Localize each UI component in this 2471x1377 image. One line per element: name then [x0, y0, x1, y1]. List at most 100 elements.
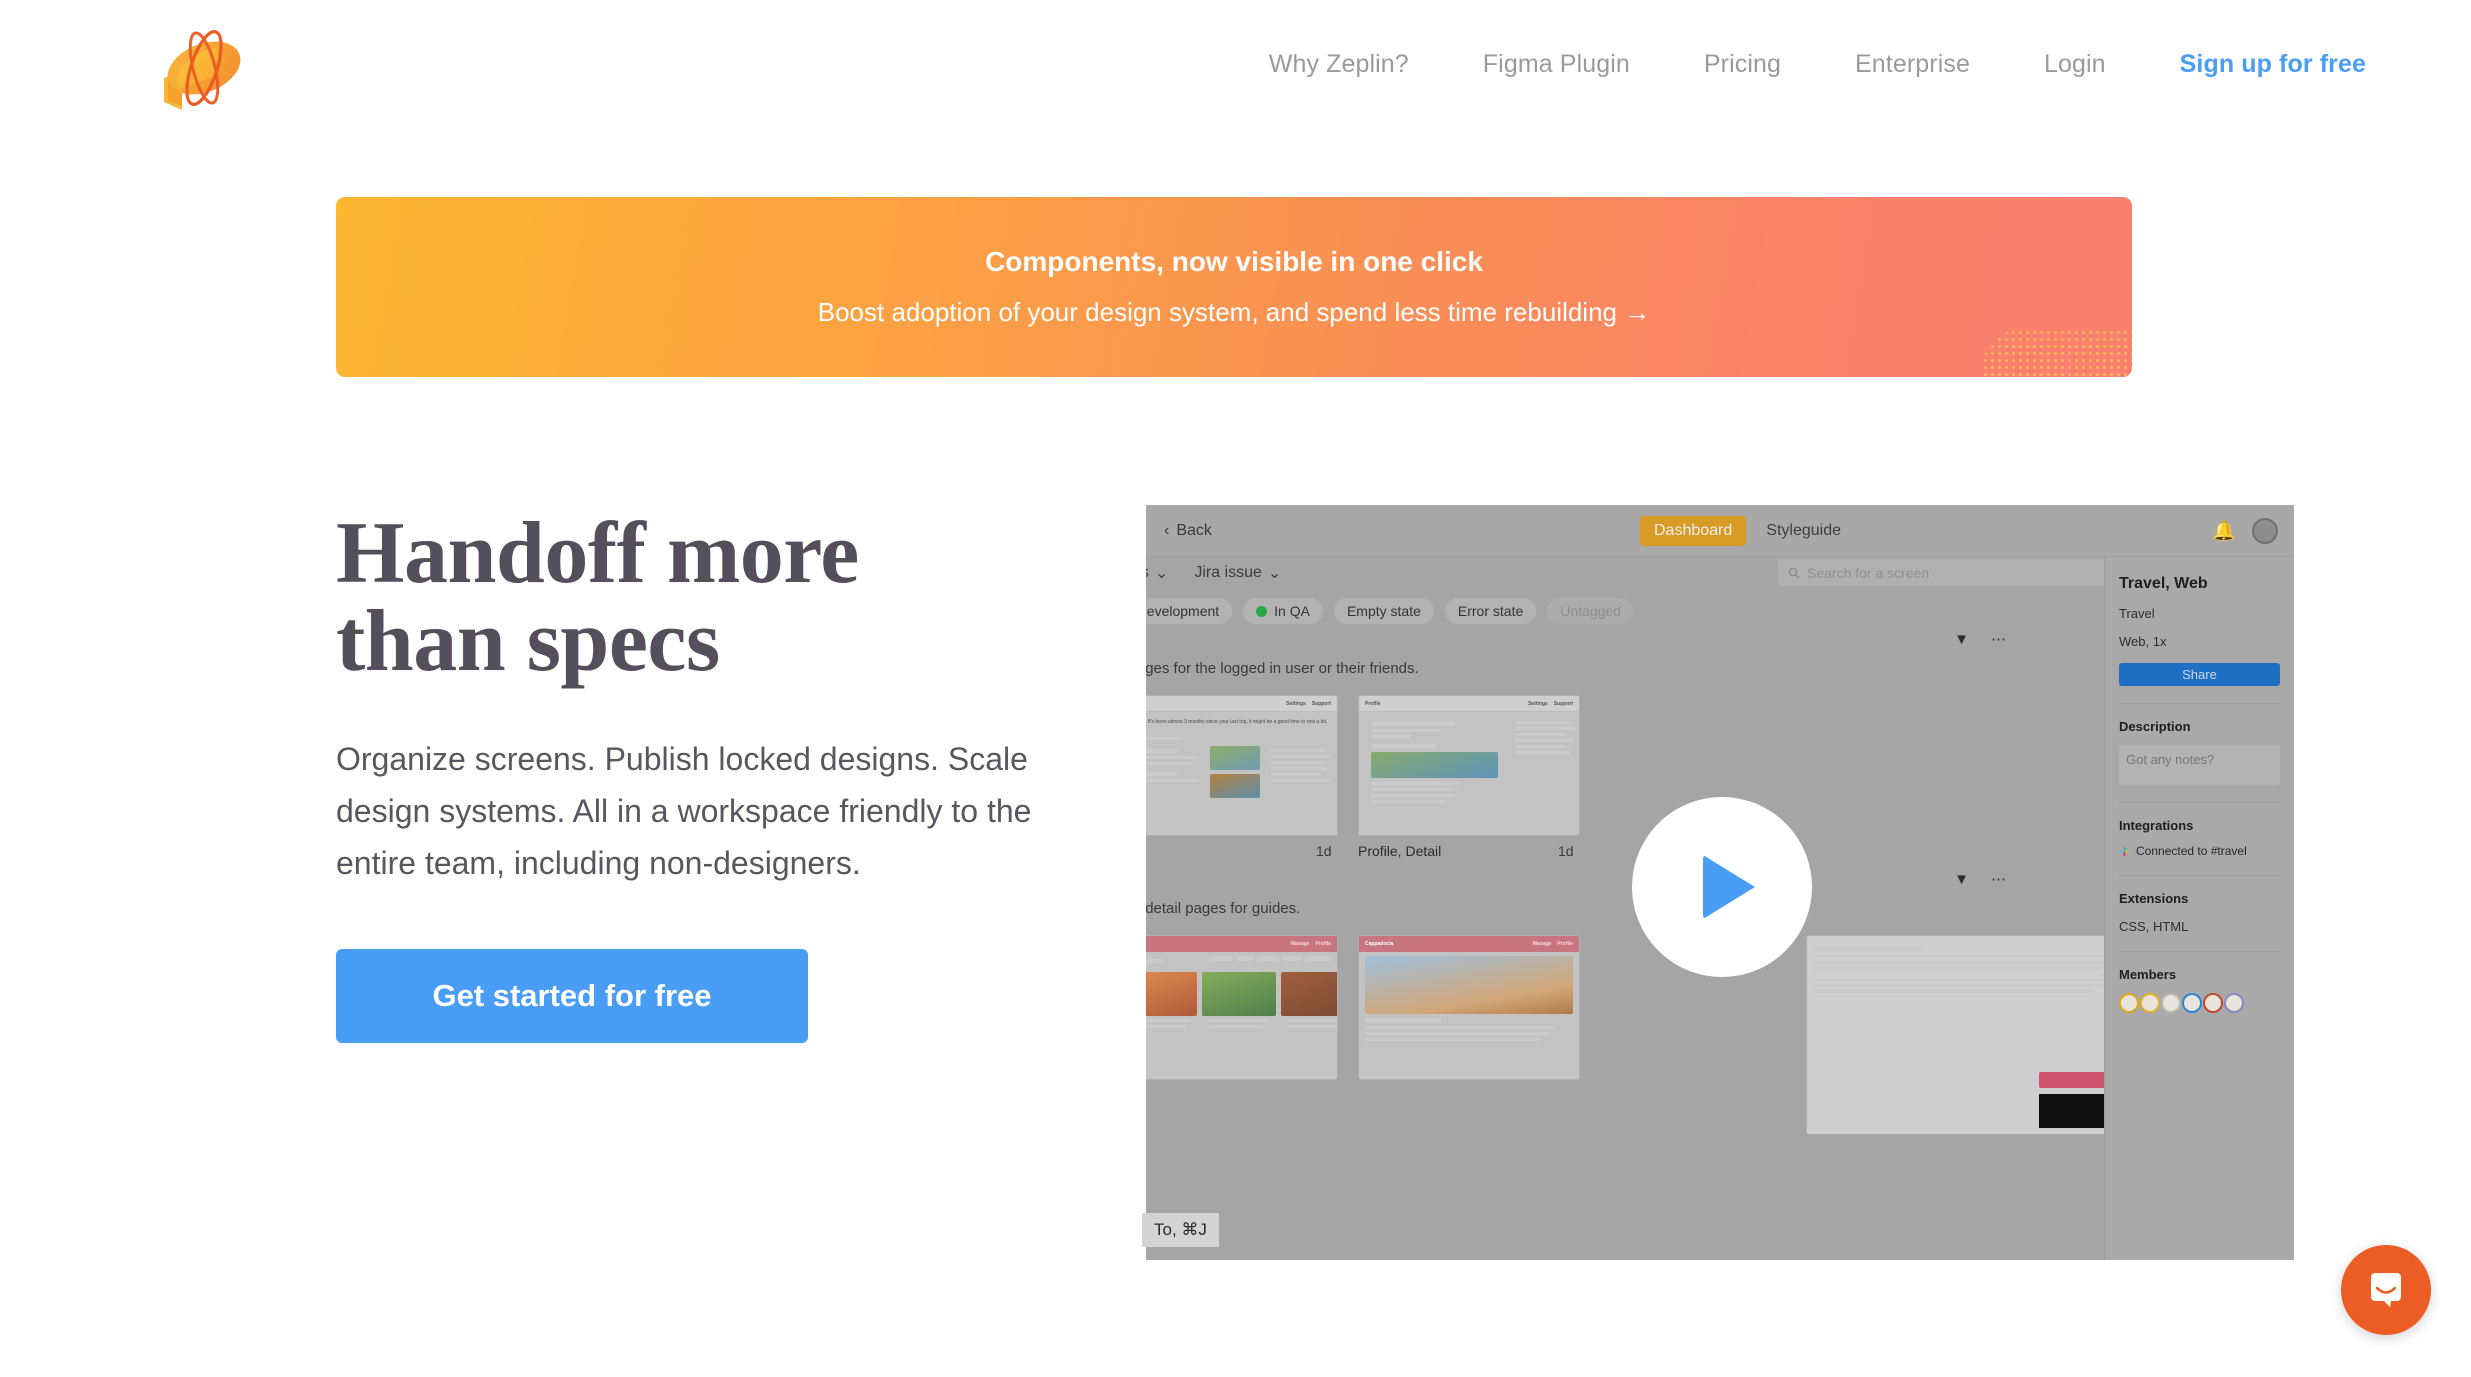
zeplin-logo[interactable] [148, 22, 258, 122]
design-card[interactable]: Profile Settings Support [1358, 695, 1580, 836]
more-options-icon[interactable]: ⋯ [1991, 630, 2006, 648]
member-avatar[interactable] [2203, 993, 2223, 1013]
back-label: Back [1176, 521, 1212, 539]
play-icon [1703, 855, 1755, 919]
integration-row[interactable]: Connected to #travel [2119, 844, 2280, 858]
chip-error-state[interactable]: Error state [1444, 598, 1537, 624]
sidebar-project-name: Travel [2119, 606, 2155, 621]
search-placeholder: Search for a screen [1807, 564, 1930, 581]
get-started-button[interactable]: Get started for free [336, 949, 808, 1044]
chip-development-label: development [1146, 603, 1220, 619]
member-avatar[interactable] [2140, 993, 2160, 1013]
app-inspector-sidebar: Travel, Web Travel Web, 1x Share Descrip… [2104, 557, 2294, 1260]
card-mock-banner: Hey hey! It's been almost 3 months since… [1146, 719, 1328, 725]
card-mock-header: Settings Support [1146, 696, 1337, 712]
card-mock-header: Cappadocia Manage Profile [1359, 936, 1579, 952]
member-avatar[interactable] [2119, 993, 2139, 1013]
nav-login[interactable]: Login [2007, 50, 2143, 79]
nav-figma-plugin[interactable]: Figma Plugin [1446, 50, 1667, 79]
card-mock-support: Support [1311, 700, 1331, 707]
banner-dot-pattern [1982, 329, 2132, 377]
members-avatar-list [2119, 993, 2280, 1013]
card-mock-support: Support [1553, 700, 1573, 707]
hero-description: Organize screens. Publish locked designs… [336, 741, 1032, 881]
chip-development[interactable]: development [1146, 598, 1233, 624]
share-button[interactable]: Share [2119, 663, 2280, 686]
chip-untagged[interactable]: Untagged [1547, 598, 1634, 624]
section-profile-controls: ▼ ⋯ [1954, 630, 2006, 649]
section-profile-subtitle: e pages for the logged in user or their … [1146, 660, 1419, 677]
card-time: 1d [1316, 843, 1332, 859]
chevron-down-icon: ⌄ [1154, 565, 1169, 582]
card-mock-settings: Manage [1290, 941, 1310, 947]
card-mock-header: Place Manage Profile [1146, 936, 1337, 952]
section-profile: file e pages for the logged in user or t… [1146, 625, 2006, 678]
chip-in-qa-label: In QA [1274, 603, 1310, 619]
card-time: 1d [1558, 843, 1574, 859]
section-guide-controls: ▼ ⋯ [1954, 870, 2006, 889]
search-input[interactable]: Search for a screen [1778, 559, 2108, 586]
card-mock-settings: Settings [1286, 700, 1306, 707]
design-card-detail[interactable] [1806, 935, 2136, 1135]
more-options-icon[interactable]: ⋯ [1991, 870, 2006, 888]
collapse-caret-icon[interactable]: ▼ [1954, 871, 1969, 888]
description-input[interactable]: Got any notes? [2119, 745, 2280, 785]
member-avatar[interactable] [2182, 993, 2202, 1013]
divider [2119, 703, 2280, 704]
nav-enterprise[interactable]: Enterprise [1818, 50, 2007, 79]
dropdown-jira-label: Jira issue [1194, 564, 1262, 581]
nav-pricing[interactable]: Pricing [1667, 50, 1818, 79]
collapse-caret-icon[interactable]: ▼ [1954, 631, 1969, 648]
card-mock-title: Profile [1365, 700, 1381, 707]
app-tabs: Dashboard Styleguide [1640, 515, 1855, 546]
section-profile-title: file [1146, 625, 1866, 652]
sidebar-platform: Web, 1x [2119, 634, 2167, 649]
chip-in-qa[interactable]: In QA [1243, 598, 1323, 624]
banner-title: Components, now visible in one click [985, 246, 1483, 277]
back-button[interactable]: ‹ Back [1164, 522, 1212, 540]
card-mock-profile: Profile [1315, 941, 1331, 947]
main-nav: Why Zeplin? Figma Plugin Pricing Enterpr… [1232, 50, 2366, 79]
app-toolbar: ‹ Back Dashboard Styleguide 🔔 [1146, 505, 2294, 557]
design-card[interactable]: Cappadocia Manage Profile [1358, 935, 1580, 1080]
design-card[interactable]: Settings Support Hey hey! It's been almo… [1146, 695, 1338, 836]
dropdown-sections[interactable]: ns ⌄ [1146, 563, 1168, 583]
chip-empty-state-label: Empty state [1346, 603, 1421, 619]
banner-subtitle: Boost adoption of your design system, an… [817, 297, 1651, 327]
promo-banner[interactable]: Components, now visible in one click Boo… [336, 197, 2132, 377]
chip-error-state-label: Error state [1457, 603, 1524, 619]
member-avatar[interactable] [2161, 993, 2181, 1013]
slack-icon [2119, 846, 2130, 856]
nav-signup-button[interactable]: Sign up for free [2143, 50, 2366, 79]
zeppelin-icon [164, 30, 241, 110]
divider [2119, 951, 2280, 952]
chip-empty-state[interactable]: Empty state [1333, 598, 1434, 624]
filter-chips: development In QA Empty state Error stat… [1146, 598, 1634, 624]
notification-bell-icon[interactable]: 🔔 [2212, 519, 2236, 543]
integration-value: Connected to #travel [2136, 844, 2247, 858]
card-mock-settings: Settings [1528, 700, 1548, 707]
card-mock-header: Profile Settings Support [1359, 696, 1579, 712]
member-avatar[interactable] [2224, 993, 2244, 1013]
dropdown-sections-label: ns [1146, 564, 1149, 582]
chevron-left-icon: ‹ [1164, 521, 1170, 539]
avatar[interactable] [2252, 517, 2278, 544]
tab-dashboard[interactable]: Dashboard [1640, 515, 1747, 546]
nav-why-zeplin[interactable]: Why Zeplin? [1232, 50, 1446, 79]
search-icon [1788, 567, 1800, 578]
extensions-label: Extensions [2119, 891, 2189, 906]
filter-dropdowns: ns ⌄ Jira issue ⌄ [1146, 563, 1281, 583]
design-card[interactable]: Place Manage Profile [1146, 935, 1338, 1080]
card-mock-title: Cappadocia [1365, 941, 1394, 947]
card-mock-profile: Profile [1557, 941, 1573, 947]
card-mock-manage: Manage [1532, 941, 1552, 947]
members-label: Members [2119, 967, 2177, 982]
intercom-chat-button[interactable] [2341, 1245, 2431, 1335]
keyboard-shortcut-tooltip: To, ⌘J [1142, 1213, 1219, 1247]
description-label: Description [2119, 719, 2191, 734]
site-header: Why Zeplin? Figma Plugin Pricing Enterpr… [0, 0, 2471, 145]
dropdown-jira-issue[interactable]: Jira issue ⌄ [1194, 563, 1281, 583]
play-video-button[interactable] [1632, 797, 1812, 977]
tab-styleguide[interactable]: Styleguide [1752, 516, 1855, 546]
chip-untagged-label: Untagged [1560, 603, 1621, 619]
